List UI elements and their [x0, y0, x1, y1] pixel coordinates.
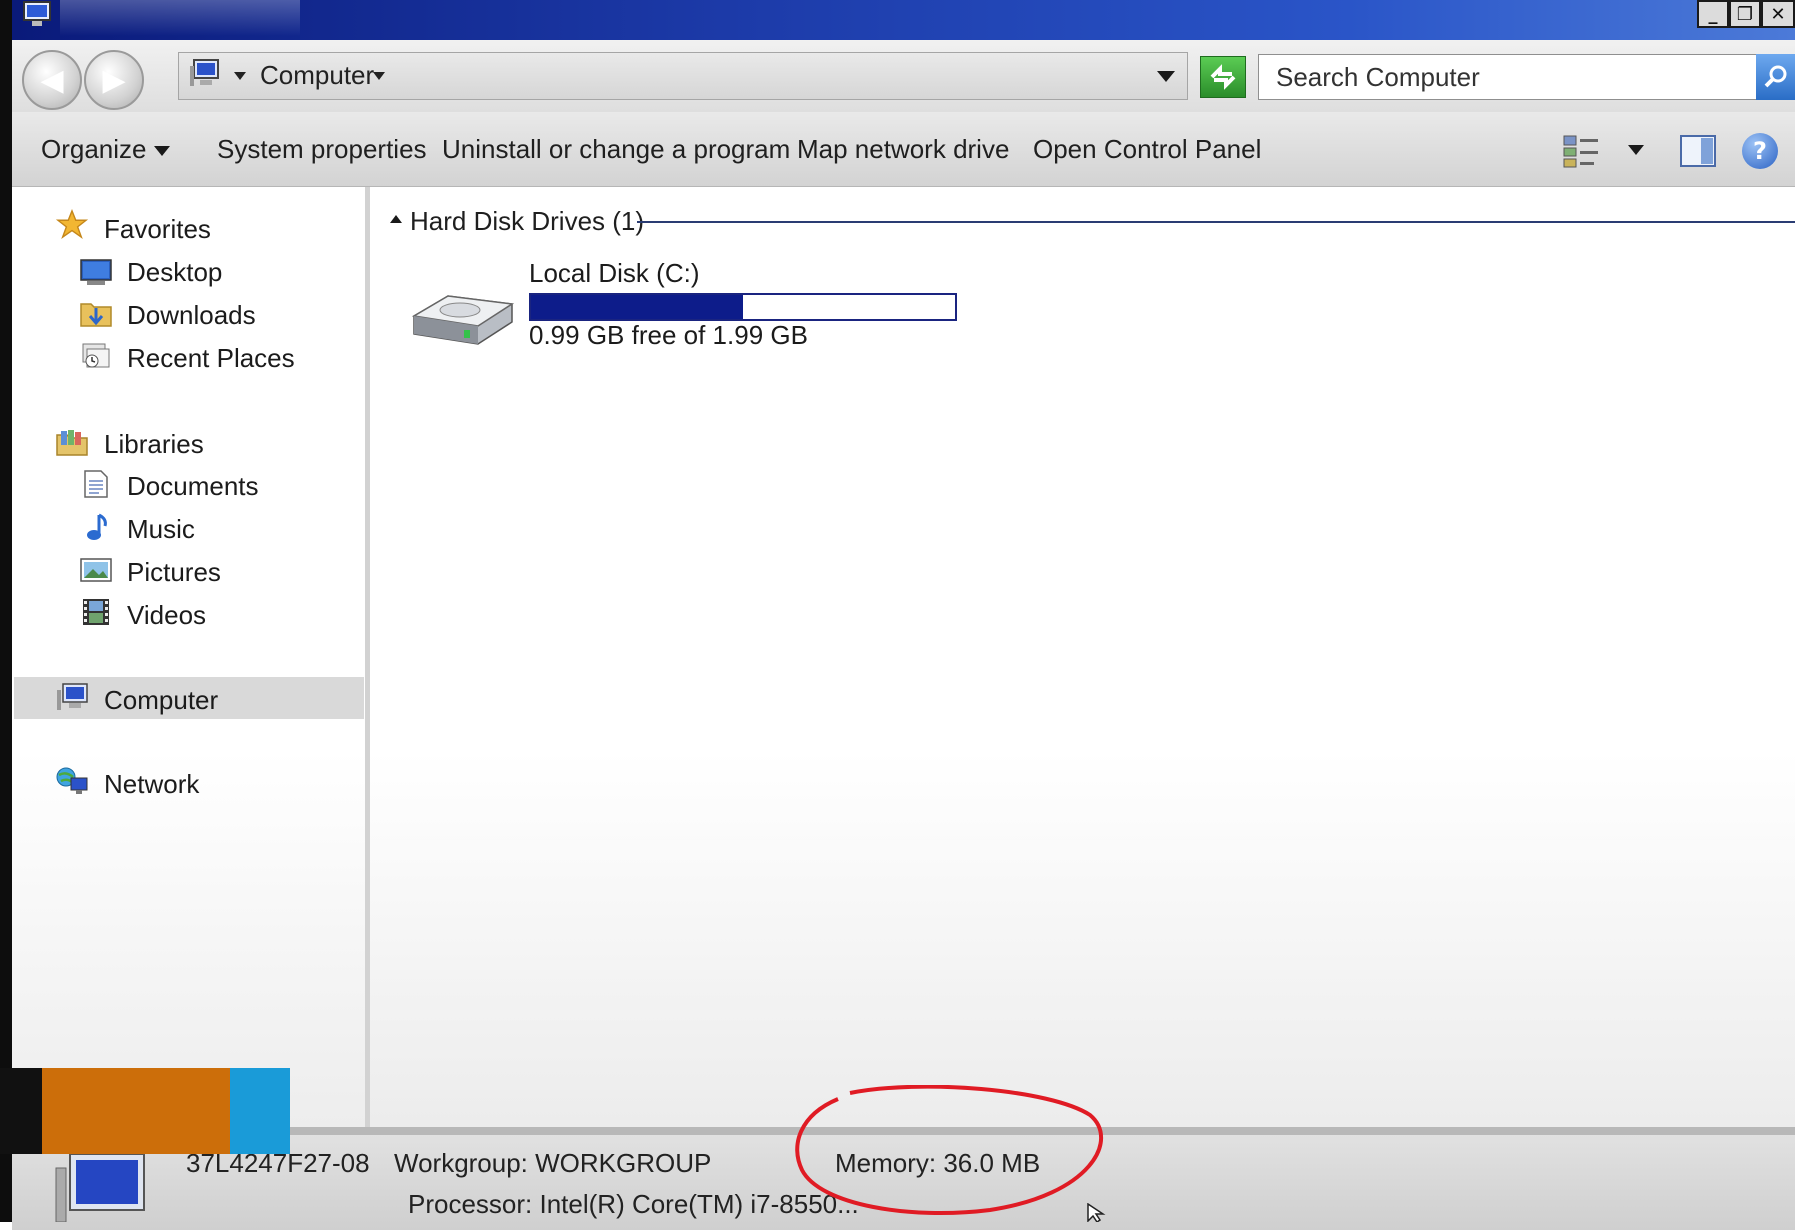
desktop-icon: [80, 259, 112, 285]
downloads-folder-icon: [80, 303, 112, 327]
view-options-icon[interactable]: [1562, 133, 1602, 169]
organize-menu[interactable]: Organize: [41, 134, 147, 165]
documents-icon: [84, 470, 108, 498]
overlay-block-black: [0, 1068, 42, 1154]
nav-item-network[interactable]: Network: [104, 769, 199, 800]
group-header[interactable]: Hard Disk Drives (1): [410, 206, 644, 237]
screen-edge: [0, 0, 12, 1222]
map-network-drive-button[interactable]: Map network drive: [797, 134, 1009, 165]
drive-label[interactable]: Local Disk (C:): [529, 258, 699, 289]
collapse-group-icon[interactable]: [389, 214, 403, 224]
back-button[interactable]: ◀: [22, 50, 82, 110]
nav-item-favorites[interactable]: Favorites: [104, 214, 211, 245]
title-bar-shine: [60, 0, 300, 36]
hard-drive-icon[interactable]: [408, 288, 518, 350]
computer-icon: [57, 683, 88, 710]
close-button[interactable]: ✕: [1761, 0, 1795, 28]
refresh-button[interactable]: [1200, 56, 1246, 98]
system-properties-button[interactable]: System properties: [217, 134, 427, 165]
drive-usage-bar: [529, 293, 957, 321]
minimize-button[interactable]: _: [1697, 0, 1729, 28]
help-button[interactable]: ?: [1742, 133, 1778, 169]
refresh-icon: [1210, 64, 1236, 90]
computer-icon: [55, 1153, 145, 1222]
overlay-block-blue: [230, 1068, 290, 1154]
nav-item-pictures[interactable]: Pictures: [127, 557, 221, 588]
search-input[interactable]: Search Computer: [1276, 62, 1480, 93]
address-history-dropdown-icon[interactable]: [1155, 68, 1177, 84]
chevron-down-icon[interactable]: [153, 145, 171, 157]
nav-item-libraries[interactable]: Libraries: [104, 429, 204, 460]
computer-icon: [190, 59, 219, 86]
uninstall-program-button[interactable]: Uninstall or change a program: [442, 134, 790, 165]
nav-item-desktop[interactable]: Desktop: [127, 257, 222, 288]
chevron-down-icon[interactable]: [1626, 143, 1646, 157]
recent-places-icon: [82, 343, 110, 368]
network-icon: [56, 767, 88, 794]
search-button[interactable]: [1756, 54, 1795, 100]
computer-icon: [23, 1, 51, 26]
videos-icon: [83, 599, 109, 625]
nav-item-recent-places[interactable]: Recent Places: [127, 343, 295, 374]
memory-info: Memory: 36.0 MB: [835, 1148, 1041, 1178]
open-control-panel-button[interactable]: Open Control Panel: [1033, 134, 1261, 165]
address-location[interactable]: Computer: [260, 60, 374, 91]
overlay-block-orange: [42, 1068, 230, 1154]
restore-button[interactable]: ❐: [1729, 0, 1761, 28]
drive-usage-fill: [531, 295, 743, 319]
nav-item-music[interactable]: Music: [127, 514, 195, 545]
preview-pane-icon[interactable]: [1679, 133, 1717, 169]
chevron-down-icon[interactable]: [371, 70, 387, 82]
nav-item-documents[interactable]: Documents: [127, 471, 259, 502]
forward-button[interactable]: ▶: [84, 50, 144, 110]
mouse-cursor: [1087, 1203, 1106, 1222]
libraries-icon: [56, 430, 88, 456]
nav-item-videos[interactable]: Videos: [127, 600, 206, 631]
chevron-down-icon[interactable]: [232, 70, 248, 82]
workgroup-info: Workgroup: WORKGROUP: [394, 1148, 712, 1178]
nav-item-computer[interactable]: Computer: [104, 685, 218, 716]
drive-free-space: 0.99 GB free of 1.99 GB: [529, 320, 808, 350]
pictures-icon: [80, 558, 112, 582]
star-icon: [55, 209, 89, 239]
nav-item-downloads[interactable]: Downloads: [127, 300, 256, 331]
search-icon: [1764, 65, 1786, 88]
music-icon: [87, 513, 107, 540]
processor-info: Processor: Intel(R) Core(TM) i7-8550...: [408, 1189, 859, 1219]
group-divider: [637, 221, 1795, 223]
